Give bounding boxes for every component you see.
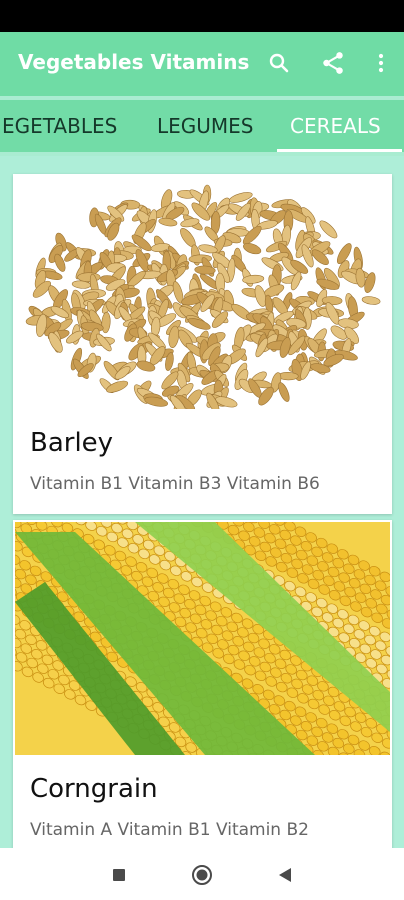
home-icon	[192, 865, 212, 885]
more-vert-icon	[378, 53, 384, 73]
tab-indicator	[277, 149, 402, 152]
app-title: Vegetables Vitamins	[18, 50, 250, 74]
tab-vegetables[interactable]: EGETABLES	[2, 114, 117, 138]
more-options-button[interactable]	[364, 46, 398, 80]
recent-apps-button[interactable]	[104, 860, 134, 890]
back-button[interactable]	[270, 860, 300, 890]
back-icon	[279, 868, 291, 882]
share-button[interactable]	[316, 46, 350, 80]
tab-bar: EGETABLES LEGUMES CEREALS	[0, 100, 404, 152]
list-item[interactable]: Corngrain Vitamin A Vitamin B1 Vitamin B…	[13, 520, 392, 848]
tab-cereals[interactable]: CEREALS	[290, 114, 381, 138]
card-title: Barley	[30, 428, 114, 458]
home-button[interactable]	[187, 860, 217, 890]
app-bar: Vegetables Vitamins	[0, 32, 404, 96]
system-navigation-bar	[0, 848, 404, 900]
card-vitamins: Vitamin B1 Vitamin B3 Vitamin B6	[30, 474, 320, 494]
tab-legumes[interactable]: LEGUMES	[157, 114, 254, 138]
share-icon	[323, 52, 343, 74]
corn-image	[15, 522, 390, 755]
status-bar	[0, 0, 404, 32]
search-button[interactable]	[262, 46, 296, 80]
tab-bar-container: EGETABLES LEGUMES CEREALS	[0, 96, 404, 156]
cereal-list[interactable]: Barley Vitamin B1 Vitamin B3 Vitamin B6 …	[0, 156, 404, 848]
barley-image	[15, 176, 390, 409]
card-vitamins: Vitamin A Vitamin B1 Vitamin B2	[30, 820, 309, 840]
recent-apps-icon	[113, 869, 125, 881]
list-item[interactable]: Barley Vitamin B1 Vitamin B3 Vitamin B6	[13, 174, 392, 514]
card-title: Corngrain	[30, 774, 158, 804]
search-icon	[269, 53, 289, 73]
